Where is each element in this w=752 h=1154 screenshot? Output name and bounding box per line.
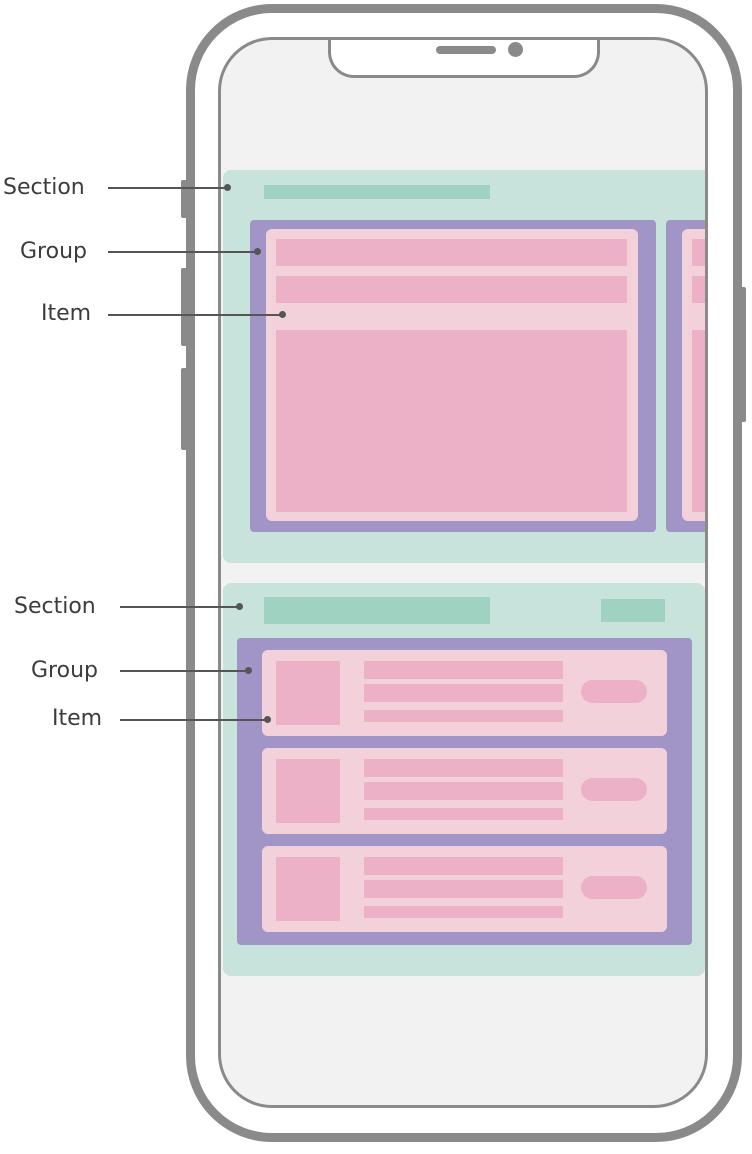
phone-screen bbox=[218, 37, 708, 1108]
leader-dot-item-2 bbox=[264, 716, 271, 723]
label-section-2: Section bbox=[14, 594, 96, 619]
item-subtitle-line bbox=[364, 684, 563, 702]
item-caption-line bbox=[364, 710, 563, 722]
item-pill-button[interactable] bbox=[581, 680, 647, 703]
section-2-action-placeholder[interactable] bbox=[601, 599, 665, 622]
leader-item-1 bbox=[108, 314, 283, 316]
item-title-line bbox=[364, 759, 563, 777]
section-1-group[interactable] bbox=[250, 220, 656, 532]
section-1 bbox=[223, 170, 705, 563]
item-caption-line bbox=[364, 808, 563, 820]
item-title-line bbox=[364, 857, 563, 875]
item-image-area bbox=[692, 330, 705, 512]
leader-group-2 bbox=[120, 670, 249, 672]
leader-section-1 bbox=[108, 187, 228, 189]
item-pill-button[interactable] bbox=[581, 778, 647, 801]
section-1-title-placeholder bbox=[264, 185, 490, 199]
leader-dot-group-1 bbox=[254, 248, 261, 255]
item-subheader-bar bbox=[276, 276, 627, 303]
list-item[interactable] bbox=[262, 650, 667, 736]
item-thumbnail bbox=[276, 857, 340, 921]
label-group-1: Group bbox=[20, 239, 87, 264]
item-subtitle-line bbox=[364, 880, 563, 898]
item-pill-button[interactable] bbox=[581, 876, 647, 899]
item-title-line bbox=[364, 661, 563, 679]
item-subheader-bar bbox=[692, 276, 705, 303]
item-header-bar bbox=[692, 239, 705, 266]
label-section-1: Section bbox=[3, 175, 85, 200]
section-1-group-next[interactable] bbox=[666, 220, 705, 532]
item-thumbnail bbox=[276, 661, 340, 725]
speaker-grille bbox=[436, 46, 496, 54]
section-1-item-next[interactable] bbox=[682, 229, 705, 521]
label-group-2: Group bbox=[31, 658, 98, 683]
list-item[interactable] bbox=[262, 748, 667, 834]
leader-item-2 bbox=[120, 719, 268, 721]
item-subtitle-line bbox=[364, 782, 563, 800]
leader-group-1 bbox=[108, 251, 258, 253]
leader-dot-section-1 bbox=[224, 184, 231, 191]
leader-dot-item-1 bbox=[279, 311, 286, 318]
section-2-group bbox=[237, 638, 692, 945]
list-item[interactable] bbox=[262, 846, 667, 932]
item-thumbnail bbox=[276, 759, 340, 823]
section-2 bbox=[223, 583, 705, 976]
label-item-2: Item bbox=[52, 706, 103, 731]
leader-dot-section-2 bbox=[236, 603, 243, 610]
front-camera bbox=[508, 42, 523, 57]
section-2-title-placeholder bbox=[264, 597, 490, 624]
item-caption-line bbox=[364, 906, 563, 918]
leader-section-2 bbox=[120, 606, 240, 608]
label-item-1: Item bbox=[41, 301, 92, 326]
notch bbox=[328, 40, 600, 78]
item-image-area bbox=[276, 330, 627, 512]
item-header-bar bbox=[276, 239, 627, 266]
section-1-item[interactable] bbox=[266, 229, 638, 521]
leader-dot-group-2 bbox=[245, 667, 252, 674]
